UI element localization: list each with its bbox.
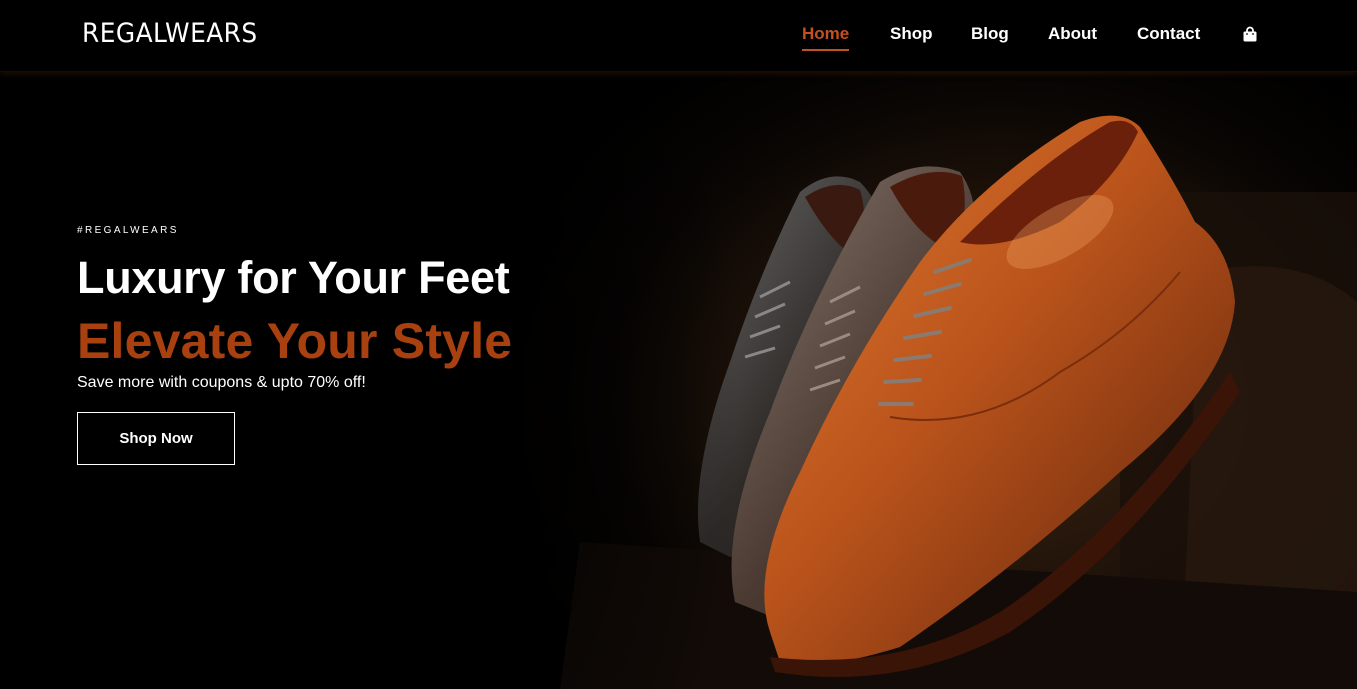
nav-item-contact[interactable]: Contact <box>1137 24 1200 44</box>
active-nav-underline <box>802 49 850 51</box>
nav-item-shop[interactable]: Shop <box>890 24 933 44</box>
nav-item-blog[interactable]: Blog <box>971 24 1009 44</box>
top-navbar: REGALWEARS Home Shop Blog About Contact <box>0 0 1357 72</box>
hero-section: #REGALWEARS Luxury for Your Feet Elevate… <box>0 72 1357 689</box>
main-nav: Home Shop Blog About Contact <box>0 24 1357 51</box>
nav-item-label: Home <box>802 24 850 43</box>
hero-headline: Luxury for Your Feet <box>77 252 510 303</box>
hero-headline-accent: Elevate Your Style <box>77 313 513 369</box>
hero-eyebrow: #REGALWEARS <box>77 225 179 236</box>
nav-item-about[interactable]: About <box>1048 24 1097 44</box>
shop-now-button[interactable]: Shop Now <box>77 412 235 465</box>
shopping-bag-icon[interactable] <box>1242 26 1258 42</box>
hero-subtext: Save more with coupons & upto 70% off! <box>77 374 366 391</box>
nav-item-home[interactable]: Home <box>802 24 850 51</box>
